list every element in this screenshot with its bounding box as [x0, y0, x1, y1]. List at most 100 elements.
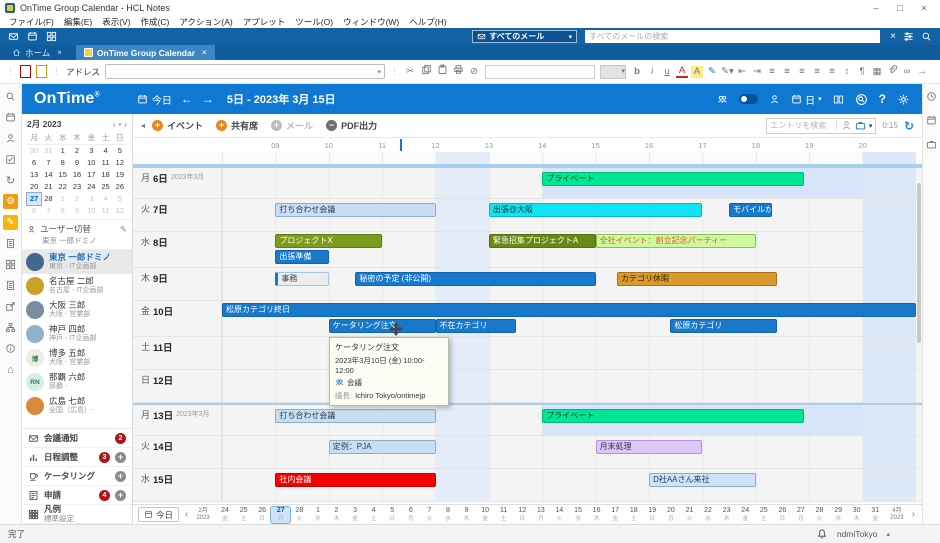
document-red-icon[interactable]: [20, 65, 31, 78]
entry-search-box[interactable]: |▾: [766, 118, 876, 134]
day-timeline[interactable]: 打ち合わせ会議 プライベート: [222, 405, 916, 435]
rail-button-briefcase[interactable]: [924, 137, 939, 152]
edit-pencil-icon[interactable]: ✎: [120, 224, 127, 235]
strip-day[interactable]: 24金: [736, 507, 755, 523]
day-timeline[interactable]: 社内会議 D社AAさん来社: [222, 469, 916, 501]
menu-item[interactable]: アクション(A): [174, 16, 237, 28]
day-timeline[interactable]: [222, 337, 916, 369]
strip-day[interactable]: 15水: [569, 507, 588, 523]
day-row-7日[interactable]: 火7日打ち合わせ会議出張@大阪モバイルから...: [133, 199, 922, 232]
strip-prev-icon[interactable]: ‹: [183, 509, 190, 520]
calendar-event[interactable]: 打ち合わせ会議: [275, 409, 435, 423]
menu-item[interactable]: ウィンドウ(W): [338, 16, 404, 28]
mini-calendar-day[interactable]: 2: [70, 193, 84, 205]
strip-day[interactable]: 26日: [253, 507, 272, 523]
calendar-event[interactable]: プライベート: [542, 409, 804, 423]
status-user[interactable]: ndmiTokyo: [837, 529, 878, 539]
rail-button-settings[interactable]: ⚙: [3, 194, 18, 209]
strip-day[interactable]: 13月: [532, 507, 551, 523]
strip-day[interactable]: 28火: [290, 507, 309, 523]
group-person-toggle[interactable]: [739, 94, 758, 104]
calendar-event[interactable]: 不在カテゴリ: [436, 319, 516, 333]
bold-icon[interactable]: b: [631, 65, 643, 79]
rail-button-calendar[interactable]: [3, 110, 18, 125]
document-yellow-icon[interactable]: [36, 65, 47, 78]
strip-day[interactable]: 9木: [457, 507, 476, 523]
strip-day[interactable]: 5日: [383, 507, 402, 523]
person-view-icon[interactable]: [769, 94, 780, 105]
mini-calendar-day[interactable]: 16: [70, 169, 84, 181]
mini-calendar-day[interactable]: 19: [113, 169, 127, 181]
strip-day[interactable]: 12日: [513, 507, 532, 523]
mini-calendar-day[interactable]: 9: [70, 205, 84, 217]
rail-button-edit[interactable]: ✎: [3, 215, 18, 230]
rail-button-search[interactable]: [3, 89, 18, 104]
collapse-sidebar-icon[interactable]: ◂: [141, 121, 145, 130]
mini-calendar-day[interactable]: 23: [70, 181, 84, 193]
calendar-event[interactable]: 松原カテゴリ: [670, 319, 777, 333]
cut-icon[interactable]: ✂: [404, 65, 416, 79]
pen-menu-icon[interactable]: ✎▾: [721, 65, 733, 79]
day-timeline[interactable]: プライベート: [222, 168, 916, 198]
paste-icon[interactable]: [436, 64, 448, 80]
mini-calendar-day[interactable]: 8: [56, 205, 70, 217]
menu-item[interactable]: 作成(C): [136, 16, 175, 28]
strip-day[interactable]: 25土: [234, 507, 253, 523]
menu-item[interactable]: 表示(V): [97, 16, 135, 28]
mini-calendar-day[interactable]: 30: [27, 145, 41, 157]
strip-day[interactable]: 21火: [680, 507, 699, 523]
notifications-bell-icon[interactable]: [816, 528, 828, 540]
copy-icon[interactable]: [420, 64, 432, 80]
strip-day-selected[interactable]: 27月: [271, 507, 290, 523]
mini-calendar-day[interactable]: 12: [113, 205, 127, 217]
print-icon[interactable]: [452, 64, 464, 80]
italic-icon[interactable]: i: [646, 65, 658, 79]
rail-button-info[interactable]: [3, 341, 18, 356]
menu-item[interactable]: 編集(E): [59, 16, 97, 28]
calendar-event[interactable]: D社AAさん来社: [649, 473, 756, 487]
day-row-14日[interactable]: 火14日定例：PJA月末処理: [133, 436, 922, 469]
menu-item[interactable]: ヘルプ(H): [404, 16, 451, 28]
mini-calendar-day[interactable]: 8: [56, 157, 70, 169]
strip-day[interactable]: 7火: [420, 507, 439, 523]
mini-calendar-day[interactable]: 7: [41, 157, 55, 169]
rail-button-file[interactable]: [3, 278, 18, 293]
calendar-event[interactable]: モバイルから...: [729, 203, 772, 217]
calendar-event[interactable]: 社内会議: [275, 473, 435, 487]
address-combobox[interactable]: ▾: [105, 64, 385, 79]
font-color-icon[interactable]: A: [676, 65, 688, 78]
strip-day[interactable]: 27月: [792, 507, 811, 523]
mini-calendar-day[interactable]: 26: [113, 181, 127, 193]
search-options-icon[interactable]: [903, 31, 914, 42]
day-timeline[interactable]: 定例：PJA月末処理: [222, 436, 916, 468]
day-row-12日[interactable]: 日12日: [133, 370, 922, 403]
mini-calendar-day[interactable]: 5: [113, 193, 127, 205]
mini-calendar-day[interactable]: 15: [56, 169, 70, 181]
calendar-event[interactable]: 定例：PJA: [329, 440, 436, 454]
tab-home[interactable]: ホーム ×: [4, 45, 70, 60]
add-icon[interactable]: +: [115, 490, 126, 501]
category-briefcase-icon[interactable]: [855, 120, 866, 131]
mini-calendar-day-selected[interactable]: 27: [27, 193, 41, 205]
strip-day[interactable]: 22水: [699, 507, 718, 523]
calendar-event[interactable]: プロジェクトX: [275, 234, 382, 248]
toolbar-grip[interactable]: ⋮: [390, 66, 399, 77]
mini-calendar-day[interactable]: 10: [84, 205, 98, 217]
day-row-15日[interactable]: 水15日社内会議D社AAさん来社: [133, 469, 922, 502]
rail-button-home[interactable]: ⌂: [3, 362, 18, 377]
tab-ontime-group-calendar[interactable]: OnTime Group Calendar ×: [76, 45, 215, 60]
toolbar-grip[interactable]: ⋮: [52, 66, 61, 77]
mini-calendar-day[interactable]: 17: [84, 169, 98, 181]
sidebar-section-凡例[interactable]: 凡例標準設定: [22, 505, 132, 524]
mini-calendar-day[interactable]: 21: [41, 181, 55, 193]
strip-day[interactable]: 16木: [587, 507, 606, 523]
all-day-event[interactable]: 松原カテゴリ終日: [222, 303, 916, 317]
align-left-icon[interactable]: ≡: [796, 65, 808, 79]
strip-day[interactable]: 17金: [606, 507, 625, 523]
indent-icon[interactable]: ⇥: [751, 65, 763, 79]
person-filter-icon[interactable]: [841, 120, 852, 131]
user-list-item[interactable]: 東京 一郎ドミノ東京 - IT企画部: [22, 250, 132, 274]
rail-button-tasks[interactable]: [3, 152, 18, 167]
strip-day[interactable]: 26日: [773, 507, 792, 523]
strip-next-icon[interactable]: ›: [910, 509, 917, 520]
